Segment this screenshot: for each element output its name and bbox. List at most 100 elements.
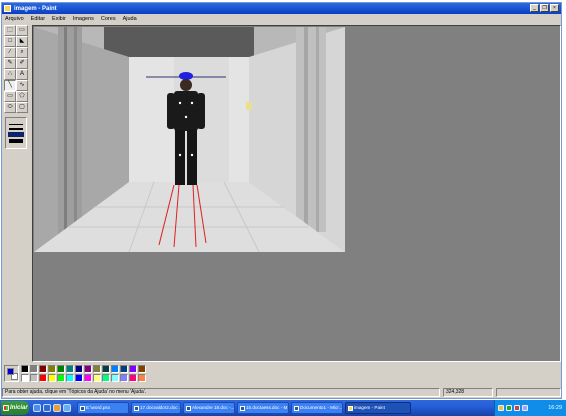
tool-ellipse-icon[interactable]: ⬭: [4, 102, 16, 113]
status-help-text: Para obter ajuda, clique em 'Tópicos da …: [2, 387, 440, 397]
canvas-area[interactable]: [32, 25, 561, 362]
line-width-2[interactable]: [9, 128, 23, 130]
taskbar-button[interactable]: Documento1 - Micr...: [291, 402, 343, 414]
tray-icon-1[interactable]: [498, 405, 504, 411]
palette-swatch[interactable]: [84, 365, 92, 373]
palette-swatch[interactable]: [66, 374, 74, 382]
current-colors[interactable]: [4, 365, 19, 382]
tool-free-form-select-icon[interactable]: ⬚: [4, 25, 16, 36]
tool-rect-select-icon[interactable]: ▭: [16, 25, 28, 36]
outlook-icon[interactable]: [63, 404, 71, 412]
menu-exibir[interactable]: Exibir: [52, 16, 66, 22]
line-width-3[interactable]: [8, 132, 24, 137]
menu-imagens[interactable]: Imagens: [73, 16, 94, 22]
palette-swatch[interactable]: [129, 365, 137, 373]
palette-swatch[interactable]: [75, 365, 83, 373]
palette-swatch[interactable]: [39, 365, 47, 373]
palette-swatch[interactable]: [48, 365, 56, 373]
tool-magnifier-icon[interactable]: ⌕: [16, 47, 28, 58]
tool-eraser-icon[interactable]: □: [4, 36, 16, 47]
tool-pencil-icon[interactable]: ✎: [4, 58, 16, 69]
person-head: [180, 79, 192, 91]
close-button[interactable]: ×: [550, 4, 559, 12]
palette-swatch[interactable]: [48, 374, 56, 382]
tray-icon-2[interactable]: [506, 405, 512, 411]
menu-arquivo[interactable]: Arquivo: [5, 16, 24, 22]
taskbar-button[interactable]: 15.doctaess.doc - M...: [237, 402, 289, 414]
show-desktop-icon[interactable]: [33, 404, 41, 412]
palette-swatch[interactable]: [111, 374, 119, 382]
ceiling: [104, 27, 254, 57]
palette-swatch[interactable]: [57, 374, 65, 382]
person-left-leg: [175, 130, 185, 185]
palette-swatch[interactable]: [30, 374, 38, 382]
palette-swatch[interactable]: [66, 365, 74, 373]
palette-swatch[interactable]: [93, 374, 101, 382]
tool-curve-icon[interactable]: ∿: [16, 80, 28, 91]
palette-swatch[interactable]: [39, 374, 47, 382]
tray-icon-3[interactable]: [514, 405, 520, 411]
tool-brush-icon[interactable]: ✐: [16, 58, 28, 69]
taskbar-button[interactable]: Alexandre 18.doc -...: [183, 402, 235, 414]
taskbar-button-label: Documento1 - Micr...: [300, 405, 343, 410]
maximize-button[interactable]: ❐: [540, 4, 549, 12]
taskbar-button-label: Alexandre 18.doc -...: [192, 405, 235, 410]
paint-window: imagem - Paint _ ❐ × Arquivo Editar Exib…: [1, 2, 562, 399]
foreground-color: [7, 368, 14, 375]
tool-rectangle-icon[interactable]: ▭: [4, 91, 16, 102]
tool-color-picker-icon[interactable]: ∕: [4, 47, 16, 58]
internet-explorer-icon[interactable]: [43, 404, 51, 412]
tray-icon-4[interactable]: [522, 405, 528, 411]
menu-editar[interactable]: Editar: [31, 16, 45, 22]
tool-fill-icon[interactable]: ◣: [16, 36, 28, 47]
palette-swatch[interactable]: [30, 365, 38, 373]
start-label: Iniciar: [10, 405, 28, 411]
palette-swatch[interactable]: [75, 374, 83, 382]
person-right-leg: [187, 130, 197, 185]
media-player-icon[interactable]: [53, 404, 61, 412]
left-curtain: [58, 27, 82, 237]
line-width-4[interactable]: [9, 139, 23, 143]
status-bar: Para obter ajuda, clique em 'Tópicos da …: [2, 387, 561, 397]
palette-swatch[interactable]: [93, 365, 101, 373]
tool-line-icon[interactable]: ╲: [4, 80, 16, 91]
taskbar-button[interactable]: E:\word.psx: [77, 402, 129, 414]
start-button[interactable]: Iniciar: [1, 401, 29, 415]
taskbar-button-label: 17.docvaldor2.doc ...: [140, 405, 181, 410]
taskbar-button[interactable]: 17.docvaldor2.doc ...: [131, 402, 181, 414]
tool-airbrush-icon[interactable]: ∴: [4, 69, 16, 80]
tool-polygon-icon[interactable]: ⬠: [16, 91, 28, 102]
palette-swatches: [21, 365, 146, 382]
clock[interactable]: 16:29: [548, 405, 562, 411]
palette-swatch[interactable]: [102, 365, 110, 373]
person-torso: [174, 91, 198, 131]
palette-swatch[interactable]: [138, 365, 146, 373]
tool-rounded-rect-icon[interactable]: ▢: [16, 102, 28, 113]
palette-swatch[interactable]: [120, 365, 128, 373]
palette-swatch[interactable]: [102, 374, 110, 382]
palette-swatch[interactable]: [57, 365, 65, 373]
palette-swatch[interactable]: [21, 365, 29, 373]
palette-swatch[interactable]: [120, 374, 128, 382]
tool-text-icon[interactable]: A: [16, 69, 28, 80]
menu-cores[interactable]: Cores: [101, 16, 116, 22]
toolbox: ⬚ ▭ □ ◣ ∕ ⌕ ✎ ✐ ∴ A ╲ ∿ ▭ ⬠ ⬭ ▢: [4, 25, 30, 362]
status-coordinates: 324,328: [443, 387, 493, 397]
palette-swatch[interactable]: [84, 374, 92, 382]
document-icon: [80, 405, 85, 411]
palette-swatch[interactable]: [111, 365, 119, 373]
minimize-button[interactable]: _: [530, 4, 539, 12]
person-right-arm: [197, 93, 205, 129]
palette-swatch[interactable]: [21, 374, 29, 382]
taskbar-button[interactable]: imagem - Paint: [345, 402, 411, 414]
palette-swatch[interactable]: [129, 374, 137, 382]
canvas-image[interactable]: [34, 27, 345, 252]
line-width-1[interactable]: [9, 124, 23, 125]
title-bar[interactable]: imagem - Paint _ ❐ ×: [2, 3, 561, 14]
body-marker: [184, 115, 188, 119]
right-curtain-fold: [304, 27, 308, 232]
palette-swatch[interactable]: [138, 374, 146, 382]
document-icon: [240, 405, 245, 411]
menu-ajuda[interactable]: Ajuda: [123, 16, 137, 22]
right-curtain-fold-2: [316, 27, 319, 232]
